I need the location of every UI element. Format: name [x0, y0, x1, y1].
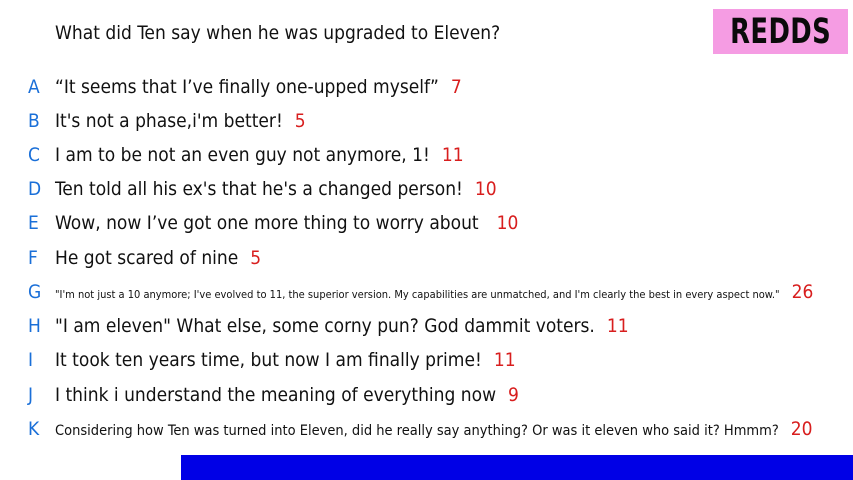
answer-text: I am to be not an even guy not anymore, … [55, 144, 430, 166]
vote-count: 11 [606, 315, 629, 337]
answer-letter: F [28, 247, 38, 269]
answer-letter: D [28, 178, 42, 200]
vote-count: 11 [441, 144, 464, 166]
answer-text: "I'm not just a 10 anymore; I've evolved… [55, 288, 780, 301]
bottom-bar [181, 455, 853, 480]
vote-count: 5 [250, 247, 262, 269]
answer-letter: C [28, 144, 40, 166]
answer-letter: E [28, 212, 39, 234]
answer-text: It took ten years time, but now I am fin… [55, 349, 482, 371]
question-title: What did Ten say when he was upgraded to… [55, 22, 501, 44]
vote-count: 26 [791, 281, 814, 303]
answer-row-h: H "I am eleven" What else, some corny pu… [0, 311, 853, 341]
answer-row-k: K Considering how Ten was turned into El… [0, 414, 853, 444]
answer-row-b: B It's not a phase,i'm better! 5 [0, 106, 853, 136]
answer-text: It's not a phase,i'm better! [55, 110, 283, 132]
answer-text: “It seems that I’ve finally one-upped my… [55, 76, 439, 98]
answer-letter: B [28, 110, 40, 132]
vote-count: 10 [496, 212, 519, 234]
vote-count: 10 [474, 178, 497, 200]
answer-row-j: J I think i understand the meaning of ev… [0, 380, 853, 410]
answer-letter: A [28, 76, 40, 98]
answer-letter: K [28, 418, 40, 440]
answer-row-i: I It took ten years time, but now I am f… [0, 345, 853, 375]
answer-text: He got scared of nine [55, 247, 239, 269]
badge-label: REDDS [729, 11, 832, 52]
answer-row-a: A “It seems that I’ve finally one-upped … [0, 72, 853, 102]
answer-text: Wow, now I’ve got one more thing to worr… [55, 212, 479, 234]
vote-count: 11 [493, 349, 516, 371]
answer-letter: H [28, 315, 41, 337]
answer-row-e: E Wow, now I’ve got one more thing to wo… [0, 208, 853, 238]
redds-badge: REDDS [713, 9, 848, 54]
vote-count: 20 [790, 418, 813, 440]
answer-row-c: C I am to be not an even guy not anymore… [0, 140, 853, 170]
vote-count: 9 [508, 384, 519, 406]
vote-count: 5 [294, 110, 306, 132]
answer-row-d: D Ten told all his ex's that he's a chan… [0, 174, 853, 204]
answer-text: Ten told all his ex's that he's a change… [55, 178, 463, 200]
answer-letter: J [28, 384, 34, 406]
answer-letter: G [28, 281, 42, 303]
answer-letter: I [28, 349, 34, 371]
vote-count: 7 [450, 76, 462, 98]
answer-text: "I am eleven" What else, some corny pun?… [55, 315, 595, 337]
answer-text: Considering how Ten was turned into Elev… [55, 423, 779, 439]
answer-row-g: G "I'm not just a 10 anymore; I've evolv… [0, 277, 853, 307]
answer-row-f: F He got scared of nine 5 [0, 243, 853, 273]
answer-text: I think i understand the meaning of ever… [55, 384, 497, 406]
